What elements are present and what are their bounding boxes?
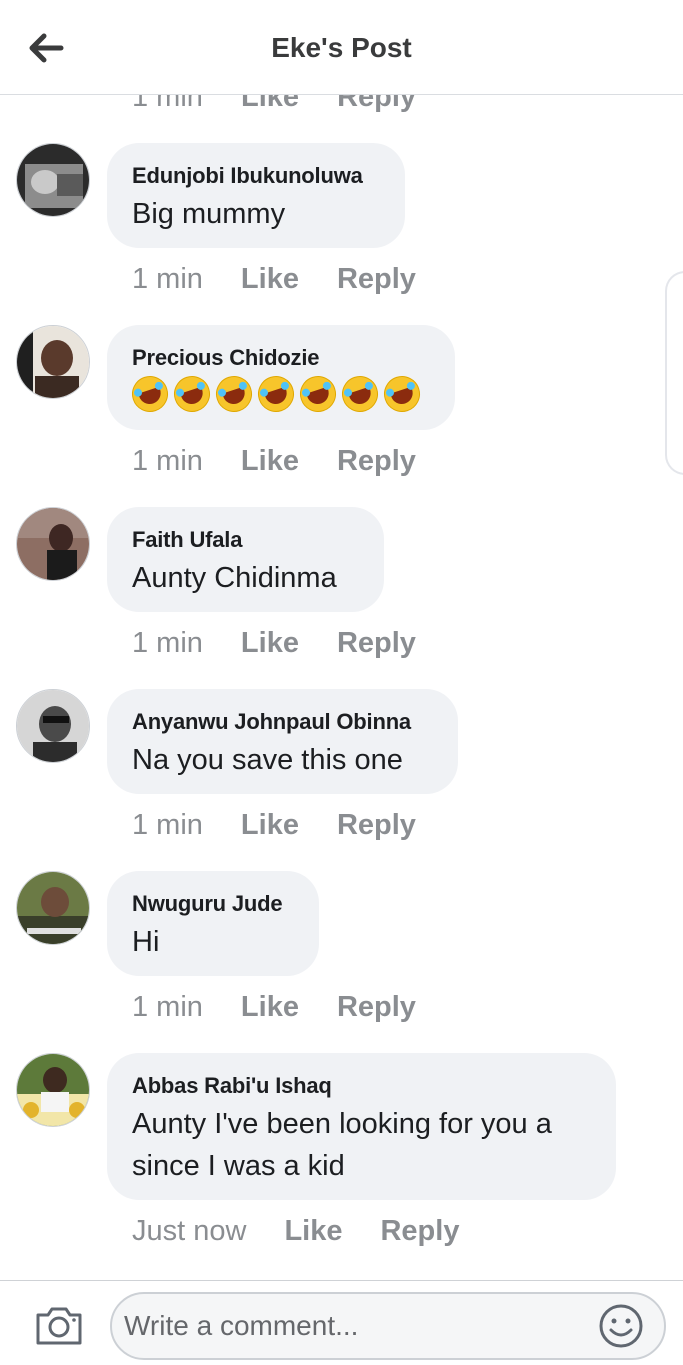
comment-author[interactable]: Faith Ufala xyxy=(132,526,358,554)
top-bar: Eke's Post xyxy=(0,0,683,95)
comment-time: 1 min xyxy=(132,95,203,113)
reply-button[interactable]: Reply xyxy=(337,263,416,296)
comment-bubble: Nwuguru Jude Hi xyxy=(107,871,319,976)
like-button[interactable]: Like xyxy=(241,263,299,296)
reply-button[interactable]: Reply xyxy=(337,809,416,842)
smiley-face-icon xyxy=(599,1304,643,1348)
comment-author[interactable]: Anyanwu Johnpaul Obinna xyxy=(132,708,432,736)
profile-photo xyxy=(17,872,89,944)
avatar[interactable] xyxy=(16,689,90,763)
comment-author[interactable]: Edunjobi Ibukunoluwa xyxy=(132,162,379,190)
rolling-on-floor-laughing-icon xyxy=(337,371,383,417)
camera-icon xyxy=(36,1307,82,1345)
side-pull-handle[interactable] xyxy=(665,271,683,475)
comment-actions: 1 min Like Reply xyxy=(132,263,416,296)
rolling-on-floor-laughing-icon xyxy=(211,371,257,417)
like-button[interactable]: Like xyxy=(241,627,299,660)
comment-time: 1 min xyxy=(132,263,203,295)
rolling-on-floor-laughing-icon xyxy=(379,371,425,417)
avatar[interactable] xyxy=(16,143,90,217)
camera-button[interactable] xyxy=(34,1303,84,1347)
profile-photo xyxy=(17,1054,89,1126)
comment-time: Just now xyxy=(132,1215,247,1247)
comment-time: 1 min xyxy=(132,627,203,659)
reply-button[interactable]: Reply xyxy=(380,1215,459,1248)
comment-bubble: Anyanwu Johnpaul Obinna Na you save this… xyxy=(107,689,458,794)
reply-button[interactable]: Reply xyxy=(337,991,416,1024)
comment-emojis xyxy=(127,371,429,417)
comment-author[interactable]: Nwuguru Jude xyxy=(132,890,293,918)
like-button[interactable]: Like xyxy=(241,95,299,113)
profile-photo xyxy=(17,144,89,216)
comment-actions: 1 min Like Reply xyxy=(132,991,416,1024)
reply-button[interactable]: Reply xyxy=(337,627,416,660)
comment-text: Aunty Chidinma xyxy=(132,562,337,594)
comments-list: 1 min Like Reply Edunjobi Ibukunoluwa Bi… xyxy=(0,95,683,1280)
comment-bubble: Faith Ufala Aunty Chidinma xyxy=(107,507,384,612)
rolling-on-floor-laughing-icon xyxy=(253,371,299,417)
comment-time: 1 min xyxy=(132,809,203,841)
avatar[interactable] xyxy=(16,507,90,581)
comment-author[interactable]: Precious Chidozie xyxy=(132,344,429,372)
like-button[interactable]: Like xyxy=(241,991,299,1024)
profile-photo xyxy=(17,508,89,580)
comment-actions: 1 min Like Reply xyxy=(132,445,416,478)
comment-input[interactable] xyxy=(110,1292,666,1360)
comment-author[interactable]: Abbas Rabi'u Ishaq xyxy=(132,1072,590,1100)
comment-actions: Just now Like Reply xyxy=(132,1215,459,1248)
like-button[interactable]: Like xyxy=(241,445,299,478)
profile-photo xyxy=(17,326,89,398)
like-button[interactable]: Like xyxy=(241,809,299,842)
reply-button[interactable]: Reply xyxy=(337,445,416,478)
comment-text: Aunty I've been looking for you a since … xyxy=(132,1108,552,1182)
profile-photo xyxy=(17,690,89,762)
comment-bubble: Precious Chidozie xyxy=(107,325,455,430)
clipped-comment-meta: 1 min Like Reply xyxy=(132,95,446,114)
avatar[interactable] xyxy=(16,325,90,399)
comment-text: Na you save this one xyxy=(132,744,403,776)
comment-bubble: Edunjobi Ibukunoluwa Big mummy xyxy=(107,143,405,248)
emoji-button[interactable] xyxy=(598,1303,644,1349)
rolling-on-floor-laughing-icon xyxy=(169,371,215,417)
avatar[interactable] xyxy=(16,871,90,945)
comment-composer xyxy=(0,1280,683,1365)
like-button[interactable]: Like xyxy=(284,1215,342,1248)
comment-actions: 1 min Like Reply xyxy=(132,627,416,660)
comment-time: 1 min xyxy=(132,445,203,477)
avatar[interactable] xyxy=(16,1053,90,1127)
reply-button[interactable]: Reply xyxy=(337,95,416,113)
comment-text: Hi xyxy=(132,926,160,958)
comment-text: Big mummy xyxy=(132,198,286,230)
rolling-on-floor-laughing-icon xyxy=(295,371,341,417)
rolling-on-floor-laughing-icon xyxy=(127,371,173,417)
comment-time: 1 min xyxy=(132,991,203,1023)
page-title: Eke's Post xyxy=(271,32,412,63)
comment-actions: 1 min Like Reply xyxy=(132,809,416,842)
comment-bubble: Abbas Rabi'u Ishaq Aunty I've been looki… xyxy=(107,1053,616,1200)
